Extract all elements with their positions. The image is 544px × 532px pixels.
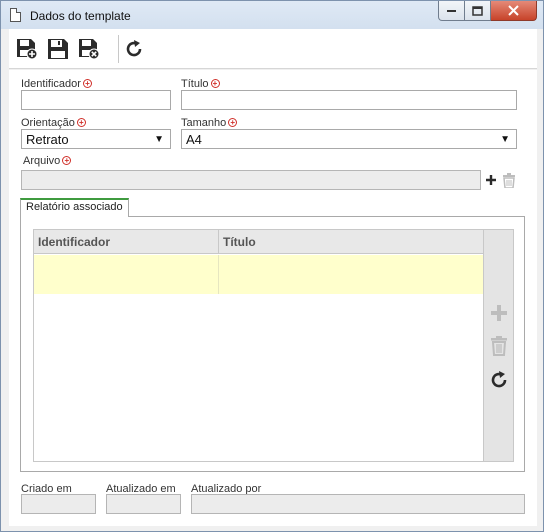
dropdown-arrow-icon: ▼: [154, 134, 164, 145]
add-file-button[interactable]: [483, 170, 499, 190]
add-row-button[interactable]: [489, 303, 509, 323]
required-icon: +: [76, 118, 86, 127]
required-icon: +: [62, 156, 72, 165]
arquivo-input[interactable]: [21, 170, 481, 190]
orientacao-value: Retrato: [26, 132, 69, 147]
save-new-button[interactable]: [14, 36, 40, 62]
delete-file-button[interactable]: [501, 170, 517, 190]
tamanho-select[interactable]: A4 ▼: [181, 129, 517, 149]
toolbar: [9, 29, 537, 69]
document-icon: [10, 8, 21, 22]
plus-icon: [491, 305, 507, 321]
atualizado-em-field: [106, 494, 181, 514]
orientacao-select[interactable]: Retrato ▼: [21, 129, 171, 149]
floppy-icon: [48, 39, 68, 59]
identificador-label: Identificador +: [21, 78, 92, 90]
titulo-input[interactable]: [181, 90, 517, 110]
cell-divider: [218, 255, 219, 294]
required-icon: +: [82, 79, 92, 88]
minimize-icon: [446, 9, 456, 12]
window-controls: [438, 1, 537, 21]
maximize-button[interactable]: [465, 1, 491, 21]
tamanho-value: A4: [186, 132, 202, 147]
orientacao-label: Orientação +: [21, 117, 86, 129]
required-icon: +: [210, 79, 220, 88]
refresh-icon: [126, 40, 142, 57]
toolbar-separator: [118, 35, 119, 63]
title-bar[interactable]: Dados do template: [1, 1, 543, 29]
trash-icon: [503, 172, 515, 188]
table-row[interactable]: [34, 255, 483, 294]
titulo-label: Título +: [181, 78, 220, 90]
arquivo-label: Arquivo +: [23, 155, 72, 167]
minimize-button[interactable]: [438, 1, 465, 21]
plus-icon: [486, 175, 496, 185]
identificador-input[interactable]: [21, 90, 171, 110]
atualizado-por-field: [191, 494, 525, 514]
maximize-icon: [472, 5, 483, 16]
close-icon: [508, 5, 519, 16]
refresh-grid-button[interactable]: [489, 370, 509, 390]
grid-header: Identificador Título: [34, 230, 483, 254]
floppy-plus-icon: [17, 39, 38, 60]
column-divider: [218, 230, 219, 254]
dialog-window: Dados do template Identificador + Título…: [0, 0, 544, 532]
form-content: Identificador + Título + Orientação + Retra…: [9, 70, 537, 526]
grid-side-toolbar: [484, 229, 514, 462]
refresh-icon: [491, 371, 507, 388]
tamanho-label: Tamanho +: [181, 117, 238, 129]
delete-row-button[interactable]: [489, 336, 509, 356]
tab-relatorio-associado[interactable]: Relatório associado: [20, 198, 129, 217]
data-grid: Identificador Título: [33, 229, 484, 462]
save-button[interactable]: [45, 36, 71, 62]
column-header-identificador[interactable]: Identificador: [38, 235, 110, 249]
close-button[interactable]: [491, 1, 537, 21]
floppy-close-icon: [79, 39, 100, 60]
column-header-titulo[interactable]: Título: [223, 235, 256, 249]
save-close-button[interactable]: [76, 36, 102, 62]
refresh-button[interactable]: [121, 36, 147, 62]
window-title: Dados do template: [30, 9, 131, 23]
tab-panel: Identificador Título: [20, 216, 525, 472]
trash-icon: [491, 336, 507, 356]
required-icon: +: [228, 118, 238, 127]
criado-em-field: [21, 494, 96, 514]
dropdown-arrow-icon: ▼: [500, 134, 510, 145]
